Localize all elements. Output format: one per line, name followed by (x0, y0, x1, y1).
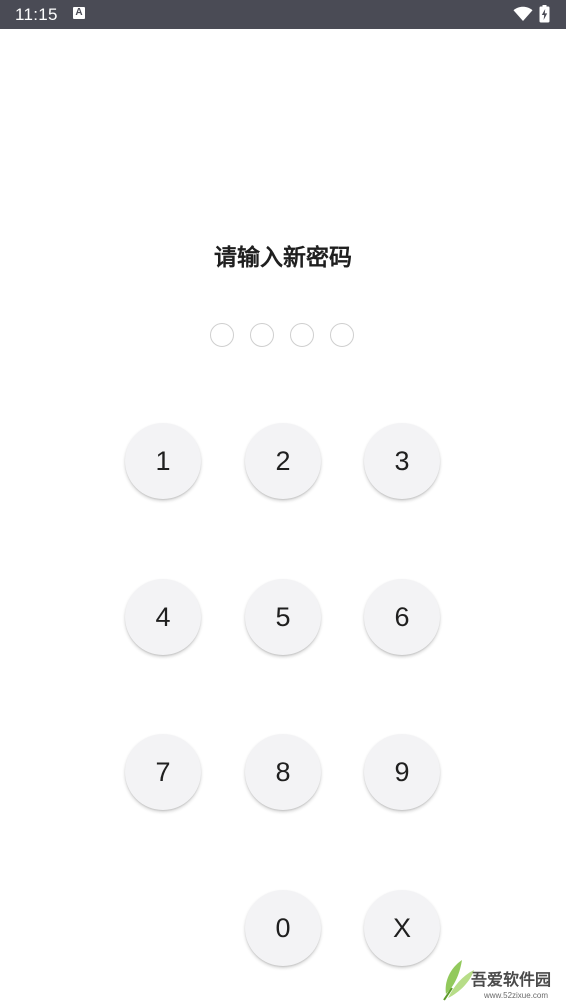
key-1[interactable]: 1 (125, 423, 201, 499)
status-time: 11:15 (15, 5, 58, 24)
watermark-url: www.52zixue.com (484, 991, 549, 1000)
notification-letter: A (75, 7, 83, 18)
key-6[interactable]: 6 (364, 579, 440, 655)
battery-charging-icon (539, 5, 550, 23)
key-4[interactable]: 4 (125, 579, 201, 655)
key-5[interactable]: 5 (245, 579, 321, 655)
notification-a-icon: A (73, 7, 85, 19)
pin-dot (330, 323, 354, 347)
key-2[interactable]: 2 (245, 423, 321, 499)
pin-dot (250, 323, 274, 347)
key-3[interactable]: 3 (364, 423, 440, 499)
key-0[interactable]: 0 (245, 890, 321, 966)
pin-indicator (210, 323, 360, 349)
delete-key[interactable]: X (364, 890, 440, 966)
watermark: 吾爱软件园 www.52zixue.com (438, 942, 564, 1004)
wifi-icon (513, 6, 533, 21)
key-9[interactable]: 9 (364, 734, 440, 810)
pin-dot (210, 323, 234, 347)
key-8[interactable]: 8 (245, 734, 321, 810)
pin-dot (290, 323, 314, 347)
watermark-text: 吾爱软件园 (471, 970, 552, 989)
status-bar: 11:15 A (0, 0, 566, 29)
key-7[interactable]: 7 (125, 734, 201, 810)
page-title: 请输入新密码 (214, 245, 352, 271)
